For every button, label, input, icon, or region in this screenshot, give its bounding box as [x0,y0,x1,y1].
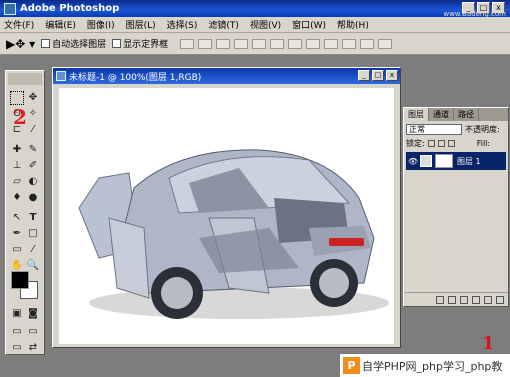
menu-select[interactable]: 选择(S) [167,18,198,31]
car-cutaway-illustration [78,149,389,319]
path-select-icon[interactable]: ↖ [10,211,24,225]
notes-tool-icon[interactable]: ▭ [10,243,24,257]
eraser-icon[interactable]: ▱ [10,175,24,189]
clone-stamp-icon[interactable]: ⊥ [10,159,24,173]
doc-maximize-button[interactable]: □ [372,70,384,81]
layers-panel: 图层 通道 路径 正常 不透明度: 锁定: Fill: 👁 图层 1 [403,107,509,307]
imageready-icon[interactable]: ⇄ [26,341,40,355]
align-left-icon[interactable] [234,38,249,49]
annotation-marker-2: 2 [13,105,27,129]
lock-transparent-icon[interactable] [427,140,435,147]
php-logo-icon: P [343,357,360,374]
menu-bar: 文件(F) 编辑(E) 图像(I) 图层(L) 选择(S) 滤镜(T) 视图(V… [0,17,510,33]
layer-name: 图层 1 [457,156,481,166]
options-bar: ▶✥ ▾ 自动选择图层 显示定界框 [0,33,510,55]
screen-mode-2-icon[interactable]: ▭ [26,325,40,339]
tab-paths[interactable]: 路径 [454,108,479,121]
document-title-bar: 未标题-1 @ 100%(图层 1,RGB) _ □ x [53,68,400,84]
fill-label: Fill: [476,139,491,148]
align-center-icon[interactable] [252,38,267,49]
align-top-icon[interactable] [180,38,195,49]
move-tool-preset-icon[interactable]: ▶✥ ▾ [6,37,35,51]
photoshop-icon [4,2,16,15]
menu-image[interactable]: 图像(I) [87,18,115,31]
menu-help[interactable]: 帮助(H) [337,18,369,31]
add-mask-icon[interactable] [448,295,456,304]
visibility-eye-icon[interactable]: 👁 [406,157,420,166]
panel-tabs: 图层 通道 路径 [404,108,508,121]
gradient-icon[interactable]: ◐ [26,175,40,189]
magic-wand-icon[interactable]: ✧ [26,107,40,121]
doc-close-button[interactable]: x [386,70,398,81]
new-layer-icon[interactable] [484,295,492,304]
toolbox-header-eye-icon [8,73,42,85]
align-right-icon[interactable] [270,38,285,49]
move-tool-icon[interactable]: ✥ [26,91,40,105]
slice-tool-icon[interactable]: ⁄ [26,123,40,137]
trash-icon[interactable] [496,295,504,304]
canvas-image[interactable] [59,88,394,344]
menu-edit[interactable]: 编辑(E) [45,18,76,31]
panel-bottom-bar [404,292,508,306]
align-bottom-icon[interactable] [216,38,231,49]
adjustment-layer-icon[interactable] [472,295,480,304]
quick-mask-icon[interactable]: ◙ [26,307,40,321]
pen-tool-icon[interactable]: ✒ [10,227,24,241]
distribute-right-icon[interactable] [378,38,393,49]
distribute-middle-icon[interactable] [306,38,321,49]
foreground-color-front[interactable] [11,271,29,289]
lock-label: 锁定: [406,139,425,148]
dodge-tool-icon[interactable]: ● [26,191,40,205]
footer-watermark: P 自学PHP网_php学习_php教 [340,354,510,377]
lock-position-icon[interactable] [447,140,455,147]
opacity-label: 不透明度: [465,125,500,134]
eyedropper-icon[interactable]: ⁄ [26,243,40,257]
menu-filter[interactable]: 滤镜(T) [208,18,239,31]
footer-watermark-text: 自学PHP网_php学习_php教 [362,359,503,373]
document-icon [56,71,66,81]
show-bounding-box-checkbox[interactable]: 显示定界框 [112,37,168,50]
brush-link-icon [420,155,432,167]
menu-layer[interactable]: 图层(L) [126,18,156,31]
new-set-icon[interactable] [460,295,468,304]
history-brush-icon[interactable]: ✐ [26,159,40,173]
annotation-marker-1: 1 [482,333,495,354]
document-window: 未标题-1 @ 100%(图层 1,RGB) _ □ x [52,67,401,348]
app-title: Adobe Photoshop [20,3,120,14]
tab-layers[interactable]: 图层 [404,108,429,121]
screen-mode-1-icon[interactable]: ▭ [10,325,24,339]
brush-tool-icon[interactable]: ✎ [26,143,40,157]
document-title: 未标题-1 @ 100%(图层 1,RGB) [69,72,202,83]
doc-minimize-button[interactable]: _ [358,70,370,81]
align-middle-icon[interactable] [198,38,213,49]
blend-mode-select[interactable]: 正常 [406,124,462,135]
distribute-top-icon[interactable] [288,38,303,49]
app-title-bar: Adobe Photoshop [0,0,510,17]
tab-channels[interactable]: 通道 [429,108,454,121]
healing-brush-icon[interactable]: ✚ [10,143,24,157]
menu-view[interactable]: 视图(V) [250,18,281,31]
distribute-left-icon[interactable] [342,38,357,49]
menu-file[interactable]: 文件(F) [4,18,34,31]
layer-style-icon[interactable] [436,295,444,304]
layer-thumbnail [435,154,453,168]
distribute-bottom-icon[interactable] [324,38,339,49]
marquee-tool-icon[interactable] [10,91,24,105]
lock-image-icon[interactable] [437,140,445,147]
standard-mode-icon[interactable]: ▣ [10,307,24,321]
menu-window[interactable]: 窗口(W) [292,18,326,31]
layer-row[interactable]: 👁 图层 1 [406,152,506,170]
type-tool-icon[interactable]: T [26,211,40,225]
screen-mode-3-icon[interactable]: ▭ [10,341,24,355]
blur-tool-icon[interactable]: ♦ [10,191,24,205]
auto-select-layer-checkbox[interactable]: 自动选择图层 [41,37,106,50]
distribute-center-icon[interactable] [360,38,375,49]
shape-tool-icon[interactable]: □ [26,227,40,241]
